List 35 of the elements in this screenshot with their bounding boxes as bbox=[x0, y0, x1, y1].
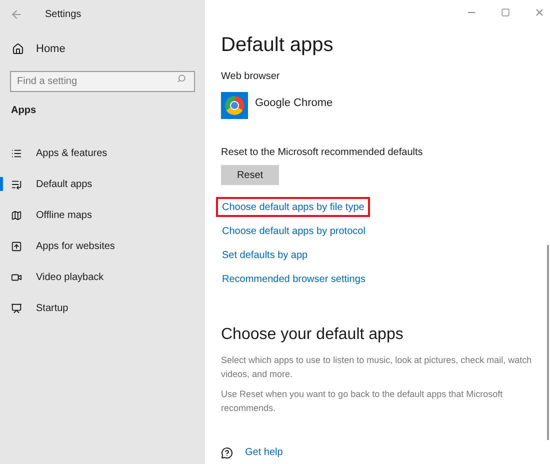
page-title: Default apps bbox=[221, 33, 334, 58]
list-arrow-icon bbox=[11, 178, 22, 190]
home-link[interactable]: Home bbox=[36, 41, 66, 58]
window-title: Settings bbox=[45, 8, 82, 22]
help-chat-icon bbox=[221, 446, 233, 458]
browser-choice[interactable]: Google Chrome bbox=[221, 92, 333, 119]
browser-logo-icon bbox=[221, 92, 248, 119]
scrollbar[interactable] bbox=[547, 245, 549, 440]
nav-item[interactable]: Offline maps bbox=[0, 200, 205, 230]
field-label: Web browser bbox=[221, 70, 281, 84]
nav-item[interactable]: Apps for websites bbox=[0, 230, 205, 262]
nav-item[interactable]: Video playback bbox=[0, 262, 205, 292]
link[interactable]: Choose default apps by file type bbox=[216, 197, 370, 217]
section-title: Choose your default apps bbox=[221, 325, 404, 345]
reset-label: Reset to the Microsoft recommended defaults bbox=[221, 146, 424, 160]
back-icon[interactable] bbox=[10, 8, 23, 20]
search-field[interactable]: Find a setting bbox=[10, 70, 195, 92]
list-icon bbox=[11, 148, 22, 158]
link[interactable]: Choose default apps by protocol bbox=[216, 221, 372, 241]
description-text: Use Reset when you want to go back to the default apps that Microsoft recommends. bbox=[221, 388, 504, 415]
reset-button[interactable]: Reset bbox=[221, 165, 279, 185]
map-icon bbox=[11, 210, 22, 220]
search-icon bbox=[177, 74, 186, 82]
help-link[interactable]: Get help bbox=[245, 445, 283, 460]
maximize-icon[interactable] bbox=[501, 8, 510, 16]
home-icon bbox=[12, 43, 24, 56]
signboard-icon bbox=[11, 302, 22, 314]
nav-item[interactable]: Startup bbox=[0, 292, 205, 324]
close-icon[interactable] bbox=[534, 6, 545, 18]
link[interactable]: Recommended browser settings bbox=[216, 269, 372, 289]
video-camera-icon bbox=[11, 272, 22, 282]
link[interactable]: Set defaults by app bbox=[216, 245, 314, 265]
nav-item[interactable]: Apps & features bbox=[0, 138, 205, 168]
section-heading: Apps bbox=[10, 104, 37, 118]
description-text: Select which apps to use to listen to music, look at pictures, check mail, watch videos, and more. bbox=[221, 354, 533, 381]
